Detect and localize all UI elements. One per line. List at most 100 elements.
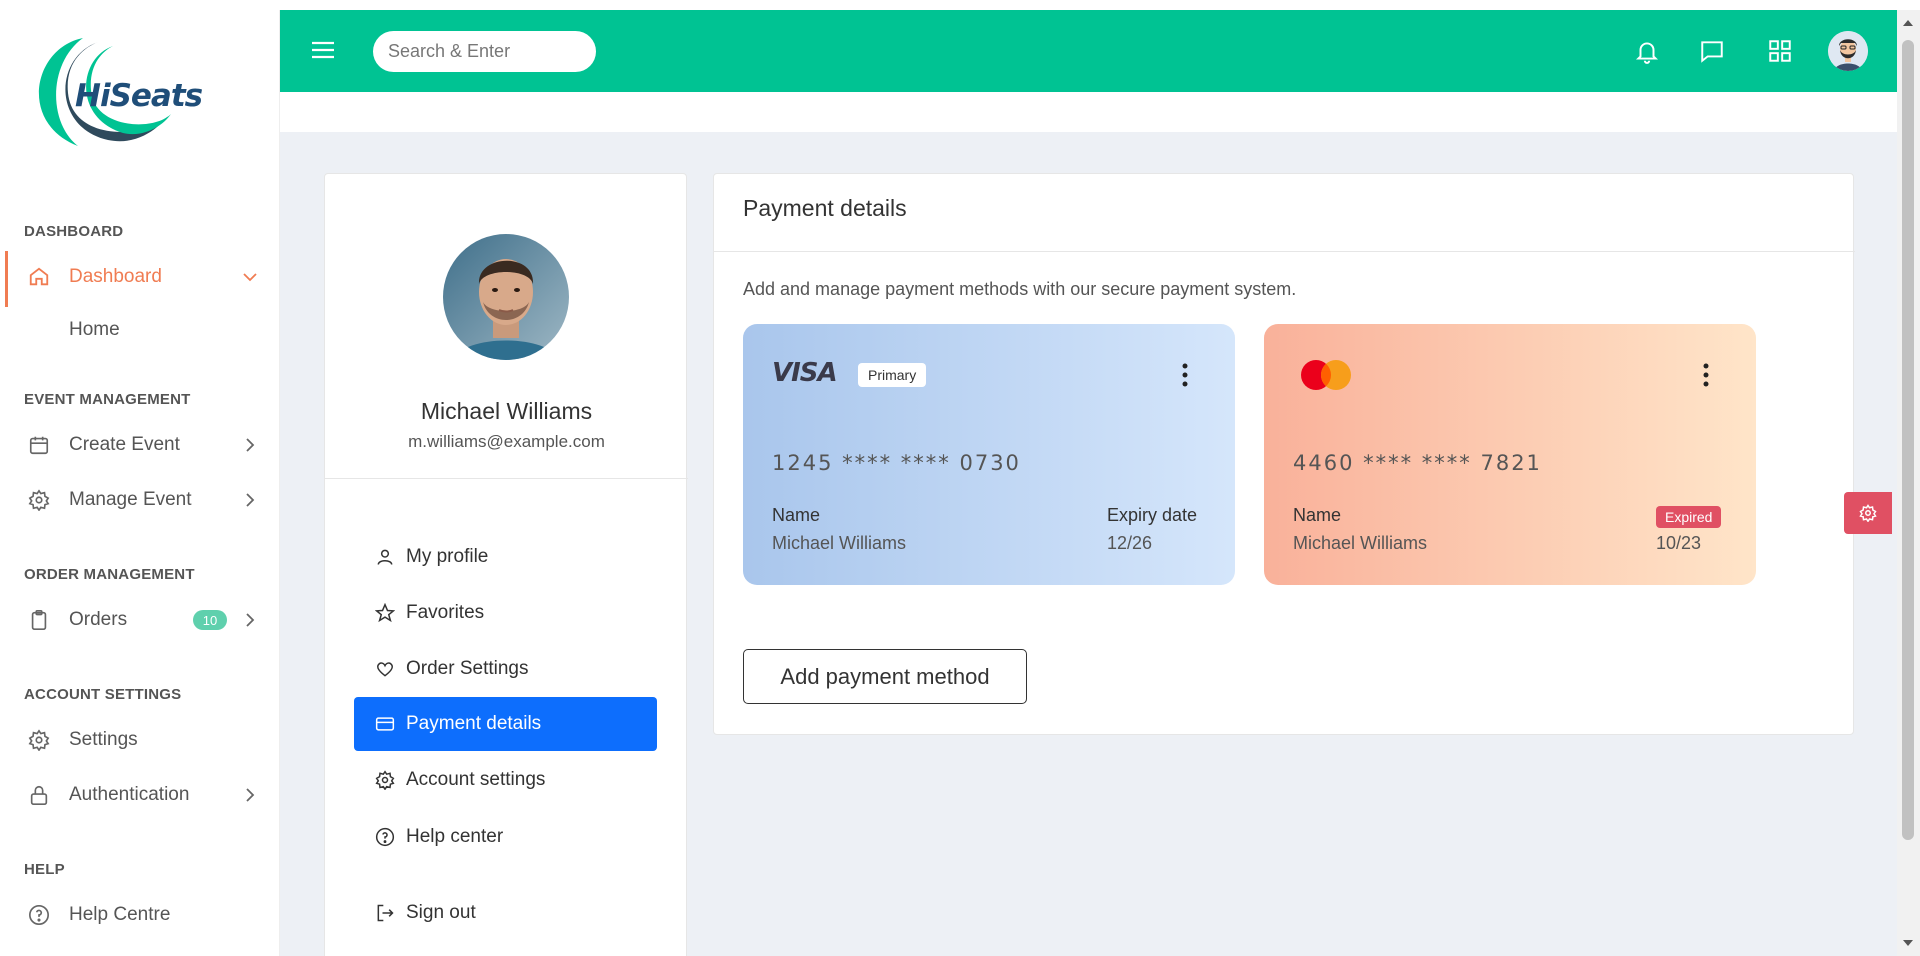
sidebar-item-home[interactable]: Home	[69, 319, 120, 341]
search-input[interactable]	[373, 31, 596, 72]
section-dashboard: DASHBOARD	[24, 223, 124, 240]
sidebar-item-manage-event[interactable]: Manage Event	[5, 478, 280, 522]
bell-icon[interactable]	[1630, 34, 1664, 68]
menu-item-label: Favorites	[406, 602, 485, 623]
question-circle-icon	[27, 903, 51, 927]
lock-icon	[27, 783, 51, 807]
profile-card: Michael Williams m.williams@example.com …	[324, 173, 688, 956]
chevron-down-icon	[242, 269, 258, 285]
expired-badge: Expired	[1656, 506, 1722, 528]
sidebar-item-settings[interactable]: Settings	[5, 718, 280, 762]
payment-description: Add and manage payment methods with our …	[743, 279, 1297, 299]
menu-item-account-settings[interactable]: Account settings	[354, 753, 657, 807]
apps-grid-icon[interactable]	[1763, 34, 1797, 68]
sidebar-item-orders[interactable]: Orders 10	[5, 598, 280, 642]
star-icon	[374, 602, 396, 624]
mastercard-logo-icon	[1300, 359, 1352, 391]
visa-logo-icon: VISA	[772, 358, 838, 388]
menu-item-sign-out[interactable]: Sign out	[354, 886, 657, 940]
payment-panel: Payment details Add and manage payment m…	[713, 173, 1855, 735]
card-expiry-date: 12/26	[1107, 533, 1153, 553]
menu-item-favorites[interactable]: Favorites	[354, 586, 657, 640]
gear-icon	[27, 488, 51, 512]
chevron-right-icon	[242, 492, 258, 508]
chevron-right-icon	[242, 437, 258, 453]
payment-divider	[714, 251, 1855, 252]
scroll-down-arrow-icon[interactable]	[1903, 940, 1913, 946]
question-circle-icon	[374, 826, 396, 848]
sidebar-item-label: Create Event	[69, 434, 180, 455]
sidebar-item-label: Help Centre	[69, 904, 171, 925]
profile-email: m.williams@example.com	[408, 432, 605, 451]
card-name-label: Name	[772, 505, 821, 525]
menu-item-label: Help center	[406, 826, 504, 847]
theme-settings-gear-icon[interactable]	[1844, 492, 1892, 534]
card-number: 4460 **** **** 7821	[1293, 451, 1542, 475]
sidebar-item-dashboard[interactable]: Dashboard	[5, 251, 280, 307]
card-expiry-date: 10/23	[1656, 533, 1702, 553]
sidebar-item-label: Orders	[69, 609, 128, 630]
menu-toggle-icon[interactable]	[310, 36, 336, 64]
menu-item-label: Payment details	[406, 713, 542, 734]
menu-item-payment-details[interactable]: Payment details	[354, 697, 657, 751]
sign-out-icon	[374, 902, 396, 924]
sidebar-item-label: Authentication	[69, 784, 190, 805]
menu-item-label: Account settings	[406, 769, 546, 790]
menu-item-label: Order Settings	[406, 658, 529, 679]
card-number: 1245 **** **** 0730	[772, 451, 1021, 475]
profile-name: Michael Williams	[420, 398, 593, 424]
clipboard-icon	[27, 608, 51, 632]
menu-item-order-settings[interactable]: Order Settings	[354, 642, 657, 696]
section-event-management: EVENT MANAGEMENT	[24, 391, 191, 408]
card-holder-name: Michael Williams	[772, 533, 907, 553]
orders-count-badge: 10	[193, 610, 227, 630]
primary-badge: Primary	[858, 363, 927, 387]
top-header	[280, 10, 1897, 92]
more-vertical-icon[interactable]	[1701, 360, 1711, 390]
profile-divider	[325, 478, 688, 479]
user-avatar[interactable]	[1828, 31, 1868, 71]
credit-card-mastercard[interactable]: 4460 **** **** 7821 Name Michael William…	[1264, 324, 1756, 585]
calendar-icon	[27, 433, 51, 457]
gear-icon	[374, 769, 396, 791]
section-help: HELP	[24, 861, 65, 878]
scroll-up-arrow-icon[interactable]	[1903, 20, 1913, 26]
chevron-right-icon	[242, 787, 258, 803]
sidebar-item-label: Dashboard	[69, 266, 162, 287]
sidebar-item-label: Manage Event	[69, 489, 192, 510]
user-avatar-icon	[1828, 31, 1868, 71]
menu-item-label: Sign out	[406, 902, 476, 923]
section-account-settings: ACCOUNT SETTINGS	[24, 686, 182, 703]
menu-item-help-center[interactable]: Help center	[354, 810, 657, 864]
sidebar-item-label: Settings	[69, 729, 138, 750]
sidebar-item-authentication[interactable]: Authentication	[5, 773, 280, 817]
more-vertical-icon[interactable]	[1180, 360, 1190, 390]
profile-photo-icon	[443, 234, 569, 360]
subheader-bar	[280, 92, 1897, 132]
credit-card-icon	[374, 713, 396, 735]
heart-icon	[374, 658, 396, 680]
add-payment-method-button[interactable]: Add payment method	[743, 649, 1027, 704]
profile-avatar	[443, 234, 569, 360]
gear-icon	[27, 728, 51, 752]
sidebar: HiSeats DASHBOARD Dashboard Home EVENT M…	[5, 10, 280, 956]
card-expiry-label: Expiry date	[1107, 505, 1198, 525]
brand-logo[interactable]: HiSeats	[23, 28, 203, 158]
app-root: HiSeats DASHBOARD Dashboard Home EVENT M…	[0, 10, 1920, 956]
chevron-right-icon	[242, 612, 258, 628]
card-holder-name: Michael Williams	[1293, 533, 1428, 553]
user-icon	[374, 546, 396, 568]
payment-title: Payment details	[743, 195, 907, 221]
sidebar-item-help-centre[interactable]: Help Centre	[5, 893, 280, 937]
menu-item-my-profile[interactable]: My profile	[354, 530, 657, 584]
chat-icon[interactable]	[1695, 34, 1729, 68]
scroll-thumb[interactable]	[1902, 40, 1914, 840]
credit-card-visa[interactable]: VISA Primary 1245 **** **** 0730 Name Mi…	[743, 324, 1235, 585]
page-scrollbar[interactable]	[1897, 10, 1920, 956]
section-order-management: ORDER MANAGEMENT	[24, 566, 195, 583]
sidebar-item-create-event[interactable]: Create Event	[5, 423, 280, 467]
brand-name: HiSeats	[75, 78, 203, 114]
menu-item-label: My profile	[406, 546, 489, 567]
card-name-label: Name	[1293, 505, 1342, 525]
home-icon	[27, 265, 51, 289]
